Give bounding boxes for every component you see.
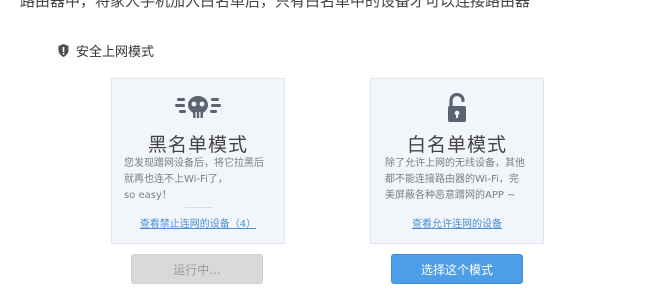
whitelist-title: 白名单模式 <box>406 134 507 156</box>
section-header: 安全上网模式 <box>58 41 154 60</box>
desc-line: so easy！ <box>124 190 172 201</box>
desc-line: 就再也连不上Wi-Fi了， <box>124 174 228 185</box>
desc-line: 都不能连接路由器的Wi-Fi，完 <box>385 174 519 185</box>
desc-line: 除了允许上网的无线设备，其他 <box>385 158 525 169</box>
whitelist-description: 除了允许上网的无线设备，其他 都不能连接路由器的Wi-Fi，完 美屏蔽各种恶意蹭… <box>385 156 533 204</box>
view-blocked-devices-link[interactable]: 查看禁止连网的设备（4） <box>112 215 284 230</box>
view-allowed-devices-link[interactable]: 查看允许连网的设备 <box>371 215 543 230</box>
blacklist-description: 您发现蹭网设备后，将它拉黑后 就再也连不上Wi-Fi了， so easy！ <box>124 156 272 204</box>
bug-icon <box>112 93 284 119</box>
top-cut-text: 路由器中，将家人手机加入白名单后，只有白名单中的设备才可以连接路由器 <box>20 0 531 10</box>
blacklist-title: 黑名单模式 <box>147 134 248 156</box>
unlock-icon <box>371 93 543 123</box>
whitelist-mode-card: 白名单模式 除了允许上网的无线设备，其他 都不能连接路由器的Wi-Fi，完 美屏… <box>370 78 544 244</box>
desc-line: 您发现蹭网设备后，将它拉黑后 <box>124 158 264 169</box>
divider <box>185 207 213 208</box>
section-title: 安全上网模式 <box>76 45 155 60</box>
running-status-button: 运行中... <box>131 254 263 284</box>
blacklist-mode-card: 黑名单模式 您发现蹭网设备后，将它拉黑后 就再也连不上Wi-Fi了， so ea… <box>111 78 285 244</box>
select-mode-button[interactable]: 选择这个模式 <box>391 254 523 284</box>
desc-line: 美屏蔽各种恶意蹭网的APP ~ <box>385 190 516 201</box>
shield-info-icon <box>58 44 69 57</box>
